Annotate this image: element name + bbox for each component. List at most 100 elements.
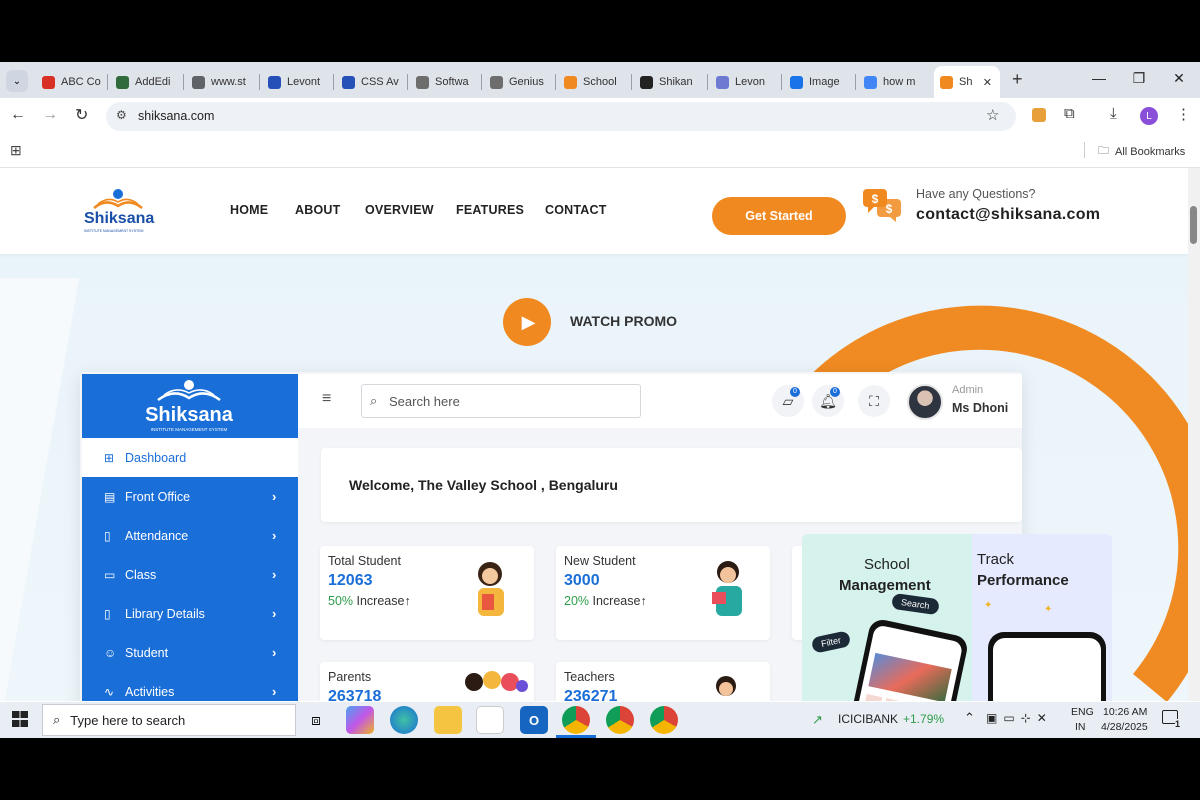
back-button[interactable]: ← bbox=[10, 106, 26, 124]
nav-home[interactable]: HOME bbox=[230, 203, 268, 217]
browser-tab[interactable]: CSS Av bbox=[336, 70, 404, 94]
clock-date[interactable]: 4/28/2025 bbox=[1101, 721, 1148, 733]
monitor-icon: ▭ bbox=[104, 567, 116, 582]
sidebar-item-activities[interactable]: ∿ Activities › bbox=[82, 672, 298, 701]
reload-button[interactable]: ↻ bbox=[75, 105, 88, 125]
close-tab-icon[interactable]: ✕ bbox=[983, 76, 992, 89]
outlook-icon[interactable]: O bbox=[520, 706, 548, 734]
chevron-right-icon: › bbox=[272, 489, 277, 504]
chrome-icon[interactable] bbox=[562, 706, 590, 734]
copilot-icon[interactable] bbox=[346, 706, 374, 734]
tab-strip: ⌄ ABC Co AddEdi www.st Levont CSS Av Softwa Ge… bbox=[0, 62, 1200, 98]
file-explorer-icon[interactable] bbox=[434, 706, 462, 734]
browser-tab[interactable]: Image bbox=[784, 70, 852, 94]
sidebar-item-dashboard[interactable]: ⊞ Dashboard bbox=[82, 438, 298, 477]
browser-menu-icon[interactable]: ⋮ bbox=[1176, 105, 1191, 123]
new-tab-button[interactable]: + bbox=[1012, 69, 1023, 90]
stat-card-parents: Parents 263718 bbox=[320, 662, 534, 701]
nav-features[interactable]: FEATURES bbox=[456, 203, 524, 217]
bookmark-star-icon[interactable]: ☆ bbox=[986, 106, 999, 124]
stat-value: 236271 bbox=[564, 688, 618, 701]
browser-tab[interactable]: Levont bbox=[262, 70, 330, 94]
nav-about[interactable]: ABOUT bbox=[295, 203, 340, 217]
website-viewport: Shiksana INSTITUTE MANAGEMENT SYSTEM HOM… bbox=[0, 168, 1188, 701]
forward-button[interactable]: → bbox=[42, 106, 58, 124]
browser-tab[interactable]: School bbox=[558, 70, 628, 94]
scrollbar-thumb[interactable] bbox=[1190, 206, 1197, 244]
download-icon[interactable]: ⤓ bbox=[1110, 105, 1117, 122]
stat-title: Teachers bbox=[564, 670, 615, 684]
sidebar-item-front-office[interactable]: ▤ Front Office › bbox=[82, 477, 298, 516]
browser-tab[interactable]: Shikan bbox=[634, 70, 704, 94]
promo-left-title-2: Management bbox=[839, 577, 931, 594]
site-info-icon[interactable]: ⚙ bbox=[116, 108, 127, 122]
sidebar-item-library-details[interactable]: ▯ Library Details › bbox=[82, 594, 298, 633]
message-badge: 0 bbox=[790, 387, 800, 397]
browser-tab[interactable]: how m bbox=[858, 70, 928, 94]
sidebar-item-student[interactable]: ☺ Student › bbox=[82, 633, 298, 672]
chevron-right-icon: › bbox=[272, 684, 277, 699]
welcome-card: Welcome, The Valley School , Bengaluru bbox=[321, 448, 1022, 522]
admin-name: Ms Dhoni bbox=[952, 401, 1009, 415]
sidebar-item-class[interactable]: ▭ Class › bbox=[82, 555, 298, 594]
browser-tab[interactable]: Sh ✕ bbox=[934, 66, 1000, 98]
book-open-icon: ▯ bbox=[104, 528, 111, 543]
bell-icon[interactable]: 🔔︎ 0 bbox=[812, 385, 844, 417]
address-bar[interactable]: ⚙ shiksana.com ☆ bbox=[106, 102, 1016, 131]
tray-icons[interactable]: ▣▭⊹✕ bbox=[986, 711, 1053, 725]
site-logo[interactable]: Shiksana INSTITUTE MANAGEMENT SYSTEM bbox=[82, 188, 154, 236]
message-icon[interactable]: ▱ 0 bbox=[772, 385, 804, 417]
watch-promo-label[interactable]: WATCH PROMO bbox=[570, 313, 677, 329]
task-view-icon[interactable]: ⧈ bbox=[302, 706, 330, 734]
browser-tab[interactable]: Genius bbox=[484, 70, 552, 94]
hamburger-menu-icon[interactable]: ≡ bbox=[322, 390, 331, 408]
tab-search-button[interactable]: ⌄ bbox=[6, 70, 28, 92]
stat-note-text: Increase↑ bbox=[353, 594, 411, 608]
chrome-icon-2[interactable] bbox=[650, 706, 678, 734]
stock-change[interactable]: +1.79% bbox=[903, 712, 944, 726]
di-icon bbox=[268, 75, 281, 89]
nav-contact[interactable]: CONTACT bbox=[545, 203, 607, 217]
all-bookmarks-folder[interactable]: 🗀 All Bookmarks bbox=[1098, 142, 1185, 161]
dashboard-topbar: ≡ ⌕ Search here ▱ 0 🔔︎ 0 ⛶ Admin Ms Dhon… bbox=[298, 374, 1022, 428]
page-scrollbar[interactable] bbox=[1188, 168, 1200, 701]
sidebar-item-attendance[interactable]: ▯ Attendance › bbox=[82, 516, 298, 555]
language-line-2[interactable]: IN bbox=[1075, 721, 1086, 733]
browser-tab[interactable]: Levon bbox=[710, 70, 778, 94]
browser-tab[interactable]: AddEdi bbox=[110, 70, 180, 94]
contact-email[interactable]: contact@shiksana.com bbox=[916, 206, 1100, 224]
play-promo-button[interactable]: ▶ bbox=[503, 298, 551, 346]
school-icon bbox=[940, 75, 953, 89]
windows-start-icon[interactable] bbox=[12, 711, 28, 727]
doc-icon bbox=[416, 75, 429, 89]
apps-grid-icon[interactable]: ⊞ bbox=[10, 142, 22, 159]
start-gap-h bbox=[12, 718, 28, 720]
extensions-puzzle-icon[interactable]: ⧉ bbox=[1064, 105, 1075, 122]
edge-icon[interactable] bbox=[390, 706, 418, 734]
stat-title: Total Student bbox=[328, 554, 401, 568]
clock-time[interactable]: 10:26 AM bbox=[1103, 706, 1147, 718]
close-window-button[interactable]: ✕ bbox=[1164, 70, 1194, 87]
profile-avatar[interactable]: L bbox=[1140, 107, 1158, 125]
book-logo-icon bbox=[93, 189, 143, 209]
taskbar-search-input[interactable]: ⌕ Type here to search bbox=[42, 704, 296, 736]
extension-icon-1[interactable] bbox=[1032, 108, 1046, 122]
browser-tab[interactable]: www.st bbox=[186, 70, 256, 94]
chrome-profile-icon[interactable] bbox=[606, 706, 634, 734]
nav-overview[interactable]: OVERVIEW bbox=[365, 203, 434, 217]
get-started-button[interactable]: Get Started bbox=[712, 197, 846, 235]
fullscreen-icon[interactable]: ⛶ bbox=[858, 385, 890, 417]
restore-button[interactable]: ❐ bbox=[1124, 70, 1154, 87]
language-line-1[interactable]: ENG bbox=[1071, 706, 1094, 718]
phone-photo bbox=[868, 652, 952, 701]
stock-name[interactable]: ICICIBANK bbox=[838, 712, 898, 726]
url-text[interactable]: shiksana.com bbox=[138, 109, 214, 123]
minimize-button[interactable]: — bbox=[1084, 70, 1114, 86]
tab-separator bbox=[107, 74, 108, 90]
chevron-up-icon[interactable]: ⌃ bbox=[964, 710, 975, 726]
microsoft-store-icon[interactable] bbox=[476, 706, 504, 734]
browser-tab[interactable]: Softwa bbox=[410, 70, 478, 94]
admin-avatar[interactable] bbox=[907, 384, 943, 420]
dashboard-search-input[interactable]: ⌕ Search here bbox=[361, 384, 641, 418]
browser-tab[interactable]: ABC Co bbox=[36, 70, 104, 94]
